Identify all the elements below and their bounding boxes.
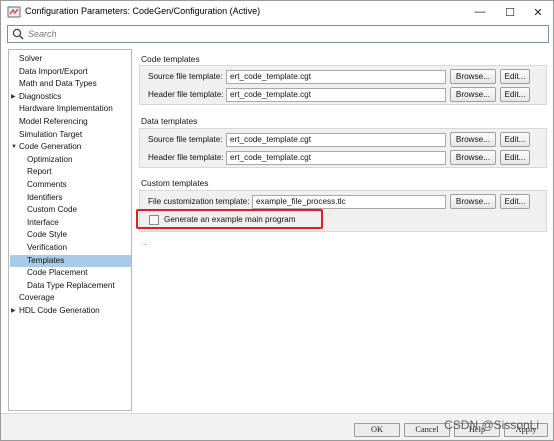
tree-item-diagnostics[interactable]: ▶ Diagnostics [11, 91, 131, 103]
tree-item-code-placement[interactable]: Code Placement [27, 267, 131, 279]
tree-item-label: Code Style [27, 230, 68, 240]
code-source-template-label: Source file template: [148, 72, 223, 81]
code-header-browse-button[interactable]: Browse... [450, 87, 496, 102]
tree-item-label: Simulation Target [19, 129, 83, 139]
apply-button[interactable]: Apply [504, 423, 548, 437]
window-title: Configuration Parameters: CodeGen/Config… [25, 6, 261, 16]
search-input[interactable] [28, 27, 538, 41]
tree-item-label: Comments [27, 180, 67, 189]
data-header-template-label: Header file template: [148, 153, 224, 162]
title-bar: Configuration Parameters: CodeGen/Config… [1, 1, 553, 23]
tree-item-report[interactable]: Report [27, 166, 131, 178]
code-header-template-label: Header file template: [148, 90, 224, 99]
data-header-browse-button[interactable]: Browse... [450, 150, 496, 165]
category-tree: Solver Data Import/Export Math and Data … [8, 49, 132, 411]
code-templates-title: Code templates [141, 54, 200, 64]
tree-item-math-and-data-types[interactable]: Math and Data Types [19, 78, 131, 90]
ok-button[interactable]: OK [354, 423, 400, 437]
search-bar[interactable] [7, 25, 549, 43]
data-source-browse-button[interactable]: Browse... [450, 132, 496, 147]
data-source-template-label: Source file template: [148, 135, 223, 144]
tree-item-verification[interactable]: Verification [27, 242, 131, 254]
tree-item-label: Math and Data Types [19, 79, 97, 89]
data-templates-group: Source file template: ert_code_template.… [139, 128, 547, 168]
tree-item-hardware-implementation[interactable]: Hardware Implementation [19, 103, 131, 115]
tree-item-label: Custom Code [27, 205, 78, 215]
tree-item-simulation-target[interactable]: Simulation Target [19, 129, 131, 141]
tree-item-label: Coverage [19, 293, 55, 303]
data-header-template-field[interactable]: ert_code_template.cgt [226, 151, 446, 165]
minimize-button[interactable]: — [465, 1, 495, 23]
highlight-annotation [136, 209, 323, 229]
cancel-button[interactable]: Cancel [404, 423, 450, 437]
file-customization-edit-button[interactable]: Edit... [500, 194, 530, 209]
tree-item-data-import-export[interactable]: Data Import/Export [19, 66, 131, 78]
configuration-parameters-window: Configuration Parameters: CodeGen/Config… [0, 0, 554, 441]
tree-item-custom-code[interactable]: Custom Code [27, 204, 131, 216]
tree-item-label: Diagnostics [19, 91, 62, 101]
tree-item-templates[interactable]: Templates [10, 254, 131, 267]
tree-item-label: Templates [27, 255, 65, 265]
collapse-arrow-icon[interactable]: ▼ [11, 141, 17, 153]
templates-pane: Code templates Source file template: ert… [135, 49, 549, 411]
expand-arrow-icon[interactable]: ▶ [11, 91, 16, 103]
tree-item-hdl-code-generation[interactable]: ▶ HDL Code Generation [11, 305, 131, 317]
tree-item-label: Optimization [27, 154, 73, 164]
tree-item-label: Data Import/Export [19, 66, 88, 76]
custom-templates-title: Custom templates [141, 178, 209, 188]
data-source-edit-button[interactable]: Edit... [500, 132, 530, 147]
tree-item-identifiers[interactable]: Identifiers [27, 192, 131, 204]
tree-item-code-style[interactable]: Code Style [27, 229, 131, 241]
code-source-template-field[interactable]: ert_code_template.cgt [226, 70, 446, 84]
tree-item-optimization[interactable]: Optimization [27, 154, 131, 166]
expand-arrow-icon[interactable]: ▶ [11, 305, 16, 317]
tree-item-solver[interactable]: Solver [19, 53, 131, 65]
file-customization-template-label: File customization template: [148, 197, 250, 206]
tree-item-label: Verification [27, 243, 68, 252]
close-button[interactable]: ✕ [523, 1, 553, 23]
code-source-browse-button[interactable]: Browse... [450, 69, 496, 84]
tree-item-label: HDL Code Generation [19, 306, 100, 315]
tree-item-label: Model Referencing [19, 117, 88, 126]
tree-item-label: Solver [19, 54, 43, 63]
file-customization-template-field[interactable]: example_file_process.tlc [252, 195, 446, 209]
tree-item-interface[interactable]: Interface [27, 217, 131, 229]
maximize-button[interactable]: ☐ [495, 1, 525, 23]
data-templates-title: Data templates [141, 116, 198, 126]
more-options-ellipsis: ... [141, 238, 148, 247]
search-icon [12, 28, 24, 40]
tree-item-comments[interactable]: Comments [27, 179, 131, 191]
code-header-template-field[interactable]: ert_code_template.cgt [226, 88, 446, 102]
tree-item-coverage[interactable]: Coverage [19, 292, 131, 304]
tree-item-label: Interface [27, 217, 59, 227]
help-button[interactable]: Help [454, 423, 500, 437]
data-header-edit-button[interactable]: Edit... [500, 150, 530, 165]
tree-item-label: Code Generation [19, 142, 82, 152]
dialog-button-bar: OK Cancel Help Apply [1, 413, 553, 440]
code-source-edit-button[interactable]: Edit... [500, 69, 530, 84]
code-header-edit-button[interactable]: Edit... [500, 87, 530, 102]
tree-item-code-generation[interactable]: ▼ Code Generation [11, 141, 131, 153]
tree-item-label: Code Placement [27, 268, 88, 278]
tree-item-label: Hardware Implementation [19, 104, 113, 114]
tree-item-label: Identifiers [27, 192, 63, 202]
matlab-app-icon [7, 6, 21, 18]
tree-item-data-type-replacement[interactable]: Data Type Replacement [27, 280, 131, 292]
code-templates-group: Source file template: ert_code_template.… [139, 65, 547, 105]
tree-item-model-referencing[interactable]: Model Referencing [19, 116, 131, 128]
tree-item-label: Report [27, 167, 52, 177]
file-customization-browse-button[interactable]: Browse... [450, 194, 496, 209]
tree-item-label: Data Type Replacement [27, 280, 115, 290]
data-source-template-field[interactable]: ert_code_template.cgt [226, 133, 446, 147]
